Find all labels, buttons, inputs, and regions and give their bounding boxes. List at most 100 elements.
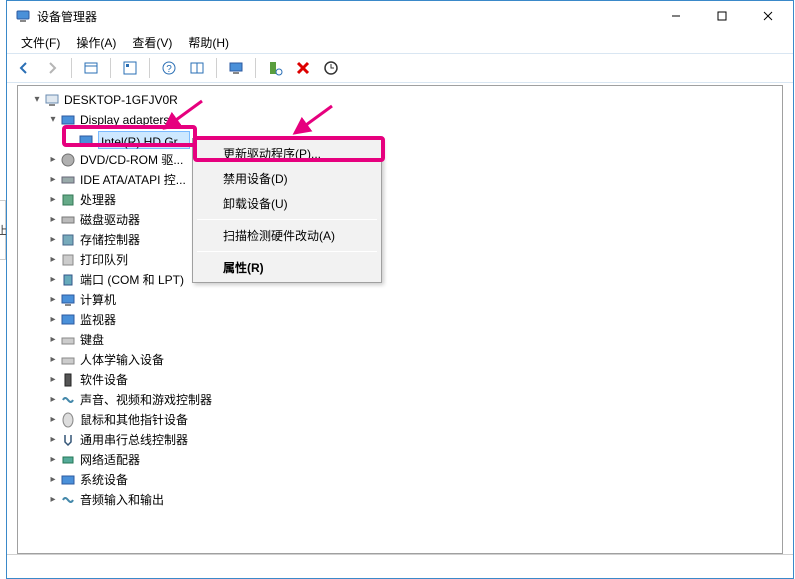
category-label: 通用串行总线控制器 (80, 430, 188, 450)
expand-icon[interactable]: ▸ (46, 430, 60, 450)
collapse-icon[interactable]: ▾ (30, 90, 44, 110)
ctx-scan-changes[interactable]: 扫描检测硬件改动(A) (195, 223, 379, 248)
category-icon (60, 312, 76, 328)
category-label: 键盘 (80, 330, 104, 350)
tree-category[interactable]: ▸ 监视器 (18, 310, 782, 330)
context-menu: 更新驱动程序(P)... 禁用设备(D) 卸载设备(U) 扫描检测硬件改动(A)… (192, 138, 382, 283)
expand-icon[interactable]: ▸ (46, 190, 60, 210)
category-icon (60, 472, 76, 488)
expand-icon[interactable]: ▸ (46, 350, 60, 370)
computer-button[interactable] (225, 57, 247, 79)
expand-icon[interactable]: ▸ (46, 310, 60, 330)
category-label: 端口 (COM 和 LPT) (80, 270, 184, 290)
tree-category[interactable]: ▸ 软件设备 (18, 370, 782, 390)
collapse-icon[interactable]: ▾ (46, 110, 60, 130)
tree-category[interactable]: ▸ 打印队列 (18, 250, 782, 270)
menu-help[interactable]: 帮助(H) (180, 32, 237, 53)
category-label: 网络适配器 (80, 450, 140, 470)
tree-category[interactable]: ▸音频输入和输出 (18, 490, 782, 510)
remove-button[interactable] (292, 57, 314, 79)
minimize-button[interactable] (653, 1, 699, 31)
expand-icon[interactable]: ▸ (46, 290, 60, 310)
tree-root[interactable]: ▾ DESKTOP-1GFJV0R (18, 90, 782, 110)
category-icon (60, 332, 76, 348)
tree-category[interactable]: ▸ 磁盘驱动器 (18, 210, 782, 230)
window-title: 设备管理器 (37, 8, 653, 25)
computer-icon (44, 92, 60, 108)
scan-button[interactable] (264, 57, 286, 79)
category-icon (60, 272, 76, 288)
device-tree-pane[interactable]: ▾ DESKTOP-1GFJV0R ▾ Display adapters Int… (17, 85, 783, 554)
category-label: 声音、视频和游戏控制器 (80, 390, 212, 410)
tree-category[interactable]: ▸ 键盘 (18, 330, 782, 350)
tree-device-intel-hd[interactable]: Intel(R) HD Gr... (18, 130, 782, 150)
expand-icon[interactable]: ▸ (46, 210, 60, 230)
category-icon (60, 432, 76, 448)
expand-icon[interactable]: ▸ (46, 150, 60, 170)
category-icon (60, 192, 76, 208)
expand-icon[interactable]: ▸ (46, 390, 60, 410)
ctx-update-driver[interactable]: 更新驱动程序(P)... (195, 141, 379, 166)
category-label: 打印队列 (80, 250, 128, 270)
separator (216, 58, 217, 78)
category-label: 处理器 (80, 190, 116, 210)
tree-category[interactable]: ▸ 声音、视频和游戏控制器 (18, 390, 782, 410)
tree-category[interactable]: ▸ 处理器 (18, 190, 782, 210)
show-hide-button[interactable] (80, 57, 102, 79)
expand-icon[interactable]: ▸ (46, 170, 60, 190)
update-button[interactable] (320, 57, 342, 79)
tree-category[interactable]: ▸ 计算机 (18, 290, 782, 310)
device-label: Intel(R) HD Gr... (98, 131, 190, 149)
category-label: DVD/CD-ROM 驱... (80, 150, 183, 170)
category-icon (60, 492, 76, 508)
category-label: Display adapters (80, 110, 169, 130)
separator (197, 219, 377, 220)
display-adapter-icon (78, 132, 94, 148)
expand-icon[interactable]: ▸ (46, 330, 60, 350)
expand-icon[interactable]: ▸ (46, 470, 60, 490)
ctx-uninstall[interactable]: 卸载设备(U) (195, 191, 379, 216)
expand-icon[interactable]: ▸ (46, 230, 60, 250)
menu-bar: 文件(F) 操作(A) 查看(V) 帮助(H) (7, 31, 793, 53)
tree-category[interactable]: ▸存储控制器 (18, 230, 782, 250)
help-button[interactable]: ? (158, 57, 180, 79)
tree-category-display-adapters[interactable]: ▾ Display adapters (18, 110, 782, 130)
title-bar[interactable]: 设备管理器 (7, 1, 793, 31)
expand-icon[interactable]: ▸ (46, 250, 60, 270)
tree-category[interactable]: ▸ IDE ATA/ATAPI 控... (18, 170, 782, 190)
category-icon (60, 452, 76, 468)
category-label: 软件设备 (80, 370, 128, 390)
maximize-button[interactable] (699, 1, 745, 31)
app-icon (15, 8, 31, 24)
view-button[interactable] (186, 57, 208, 79)
tree-category[interactable]: ▸ 端口 (COM 和 LPT) (18, 270, 782, 290)
menu-view[interactable]: 查看(V) (124, 32, 180, 53)
category-label: 系统设备 (80, 470, 128, 490)
expand-icon[interactable]: ▸ (46, 450, 60, 470)
tree-category[interactable]: ▸ 网络适配器 (18, 450, 782, 470)
properties-button[interactable] (119, 57, 141, 79)
close-button[interactable] (745, 1, 791, 31)
tree-category[interactable]: ▸鼠标和其他指针设备 (18, 410, 782, 430)
expand-icon[interactable]: ▸ (46, 490, 60, 510)
category-icon (60, 252, 76, 268)
category-label: IDE ATA/ATAPI 控... (80, 170, 186, 190)
forward-button[interactable] (41, 57, 63, 79)
category-label: 磁盘驱动器 (80, 210, 140, 230)
tree-category[interactable]: ▸ DVD/CD-ROM 驱... (18, 150, 782, 170)
category-label: 监视器 (80, 310, 116, 330)
separator (71, 58, 72, 78)
menu-file[interactable]: 文件(F) (13, 32, 68, 53)
expand-icon[interactable]: ▸ (46, 370, 60, 390)
tree-category[interactable]: ▸ 通用串行总线控制器 (18, 430, 782, 450)
category-icon (60, 392, 76, 408)
expand-icon[interactable]: ▸ (46, 410, 60, 430)
tree-category[interactable]: ▸人体学输入设备 (18, 350, 782, 370)
back-button[interactable] (13, 57, 35, 79)
category-label: 计算机 (80, 290, 116, 310)
menu-action[interactable]: 操作(A) (68, 32, 124, 53)
expand-icon[interactable]: ▸ (46, 270, 60, 290)
ctx-disable[interactable]: 禁用设备(D) (195, 166, 379, 191)
tree-category[interactable]: ▸ 系统设备 (18, 470, 782, 490)
ctx-properties[interactable]: 属性(R) (195, 255, 379, 280)
